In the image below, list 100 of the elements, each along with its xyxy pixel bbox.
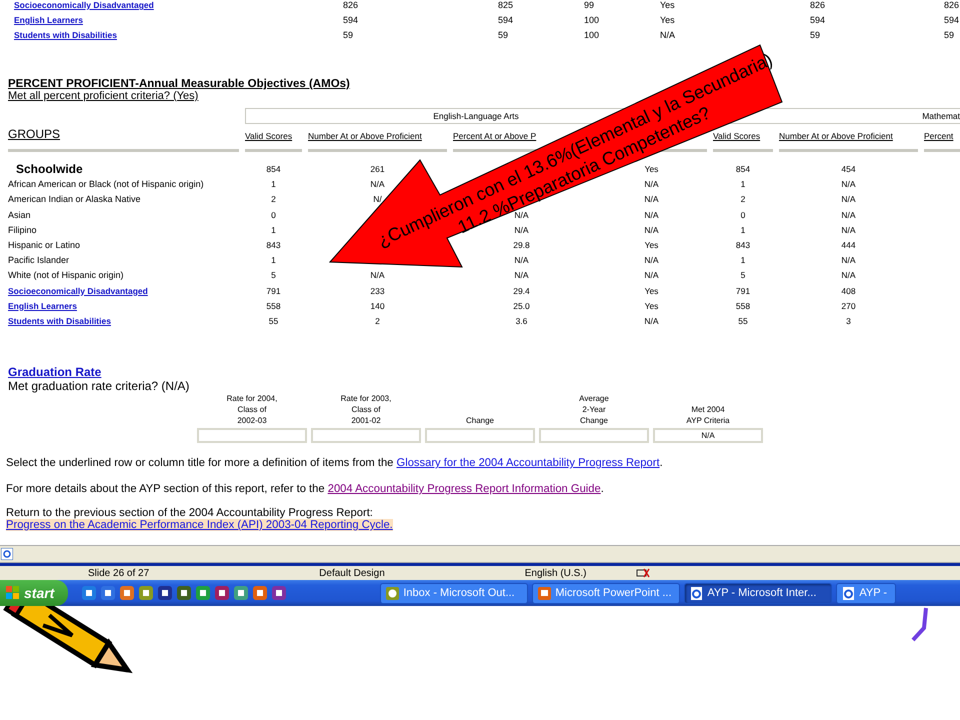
table-cell: 1 (271, 179, 276, 190)
group-link[interactable]: Socioeconomically Disadvantaged (14, 0, 343, 12)
status-text: English (U.S.) (524, 568, 586, 579)
page-icon (1, 548, 13, 560)
taskbar-button[interactable]: Microsoft PowerPoint ... (532, 582, 680, 604)
table-cell: 5 (740, 270, 746, 280)
taskbar-button[interactable]: AYP - Microsoft Inter... (684, 582, 832, 604)
table-cell-text: 594 (343, 15, 360, 27)
app-icon[interactable] (196, 586, 210, 600)
app-icon[interactable] (139, 586, 154, 600)
column-header: Change (464, 415, 496, 426)
slide-icon (538, 586, 552, 600)
app-icon[interactable] (158, 586, 172, 600)
column-header: Rate for 2003, Class of 2001-02 (340, 393, 392, 426)
table-cell-text: Yes (660, 15, 676, 27)
table-cell: 233 (370, 286, 385, 296)
app-icon[interactable] (101, 586, 116, 600)
report-link[interactable]: 2004 Accountability Progress Report Information Guide (328, 483, 601, 496)
column-header: Met 2004 AYP Criteria (685, 404, 731, 426)
table-cell-text: 59 (343, 30, 354, 42)
report-link[interactable]: Progress on the Academic Performance Index (API) 2003-04 Reporting Cycle. (6, 519, 393, 532)
table-cell: N/A (644, 270, 659, 280)
table-cell: 25.0 (513, 300, 530, 311)
report-link[interactable]: Glossary for the 2004 Accountability Progress Report (396, 457, 660, 470)
column-header: Average 2-Year Change (578, 393, 610, 426)
page-icon (690, 586, 704, 600)
table-cell: Yes (644, 240, 658, 250)
table-cell: N/A (841, 270, 856, 280)
app-icon[interactable] (272, 586, 286, 600)
group-link[interactable]: English Learners (14, 15, 343, 27)
group-label: Hispanic or Latino (8, 238, 82, 252)
table-cell: 826 (944, 0, 960, 12)
section-link[interactable]: Graduation Rate (8, 365, 102, 380)
table-cell: N/A (841, 224, 856, 235)
info-text: For more details about the AYP section of this report, refer to the 2004 Accountability Progress Report Information Guide. (6, 483, 604, 496)
table-cell-text: 99 (584, 0, 596, 12)
table-cell: 55 (268, 316, 278, 326)
table-cell: N/ (373, 194, 382, 204)
table-cell: N/A (514, 224, 529, 235)
column-header[interactable]: Valid Scores (245, 131, 292, 141)
table-cell: 444 (841, 240, 856, 250)
group-link[interactable]: Students with Disabilities (14, 30, 343, 42)
table-cell: N/A (370, 270, 385, 280)
scribble-drawing (910, 606, 930, 642)
column-header[interactable]: Percent (924, 131, 954, 141)
table-cell: 854 (736, 164, 750, 174)
group-link[interactable]: Socioeconomically Disadvantaged (8, 286, 148, 296)
table-cell: 29.4 (513, 286, 530, 296)
app-icon[interactable] (215, 586, 230, 600)
app-icon[interactable] (234, 586, 248, 600)
table-cell: N/A (841, 194, 856, 204)
table-cell-text: 100 (584, 15, 600, 27)
table-cell: 854 (266, 164, 281, 174)
table-cell: 261 (370, 164, 385, 174)
table-cell: N/A (644, 194, 659, 204)
table-cell-text: 825 (498, 0, 514, 12)
table-cell: Yes (644, 300, 658, 311)
table-cell: Yes (644, 286, 658, 296)
app-icon[interactable] (253, 586, 268, 600)
table-cell: 594 (944, 15, 960, 27)
status-text: Slide 26 of 27 (88, 568, 150, 579)
info-text: Select the underlined row or column title for more a definition of items from the Glossary for the 2004 Accountability Progress Report. (6, 457, 663, 470)
table-cell: N/A (514, 270, 529, 280)
table-cell-text: N/A (660, 30, 676, 42)
group-label: White (not of Hispanic origin) (8, 269, 125, 282)
table-cell: N/A (514, 255, 529, 266)
table-cell: N/A (653, 428, 763, 444)
table-cell: 0 (271, 210, 276, 220)
column-header[interactable]: Valid Scores (713, 131, 760, 141)
column-header[interactable]: GROUPS (8, 124, 239, 152)
group-label: Filipino (8, 224, 38, 237)
table-cell-text: 594 (810, 15, 826, 27)
group-link[interactable]: Students with Disabilities (8, 316, 111, 326)
windows-logo-icon (6, 586, 20, 600)
table-cell: 3 (846, 316, 851, 326)
table-cell: 3.6 (516, 316, 528, 326)
table-cell: N/A (370, 179, 385, 190)
group-link[interactable]: English Learners (8, 300, 77, 311)
table-cell: N/A (841, 255, 856, 266)
table-cell: 29.8 (513, 240, 530, 250)
table-cell: 558 (266, 300, 281, 311)
group-label: Pacific Islander (8, 254, 70, 268)
table-cell: 843 (266, 240, 281, 250)
app-icon[interactable] (82, 586, 96, 600)
table-cell: 5 (271, 270, 276, 280)
app-icon[interactable] (177, 586, 192, 600)
table-cell: 1 (740, 179, 746, 190)
table-cell: N/A (841, 210, 856, 220)
table-cell: 454 (841, 164, 856, 174)
column-header: Rate for 2004, Class of 2002-03 (226, 393, 278, 426)
table-cell: N/A (644, 179, 659, 190)
table-cell: 1 (740, 224, 746, 235)
table-cell-text: Yes (660, 0, 676, 12)
table-cell: 270 (841, 300, 856, 311)
app-icon[interactable] (120, 586, 134, 600)
taskbar-button[interactable]: Inbox - Microsoft Out... (380, 582, 528, 604)
table-cell: 558 (736, 300, 750, 311)
status-text: Default Design (319, 568, 385, 579)
table-cell: 791 (736, 286, 750, 296)
taskbar-button[interactable]: AYP - (836, 582, 896, 604)
